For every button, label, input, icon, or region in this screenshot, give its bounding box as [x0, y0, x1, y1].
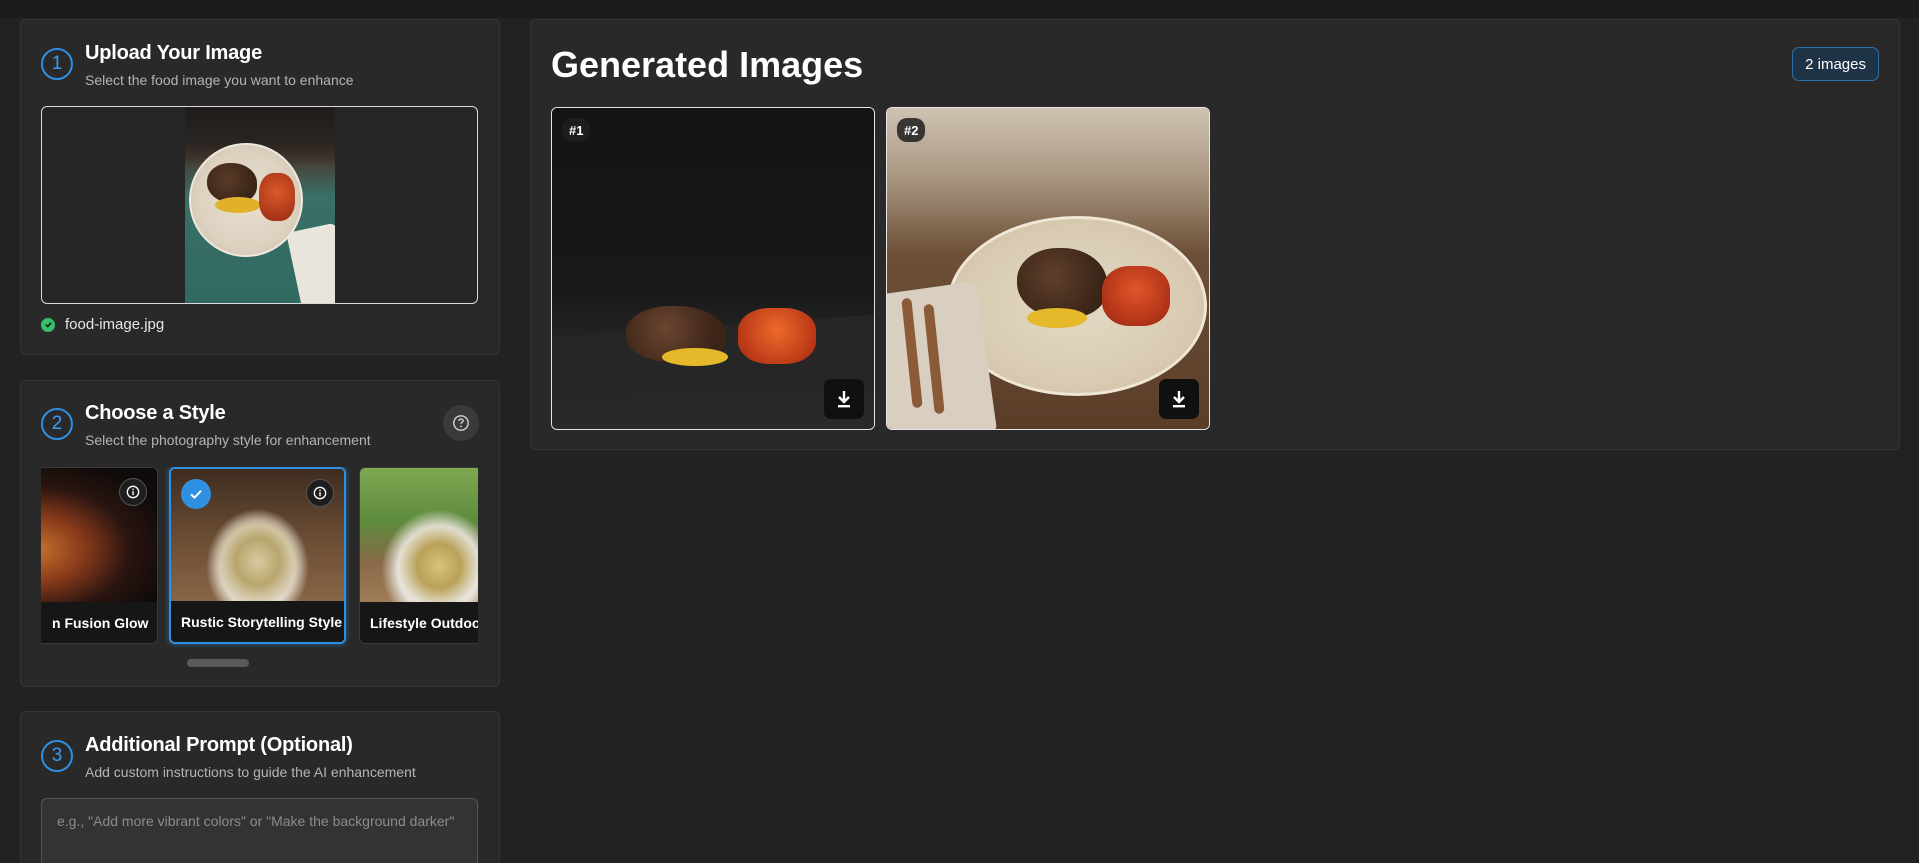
- prompt-title: Additional Prompt (Optional): [85, 734, 353, 756]
- results-panel: Generated Images 2 images #1 #2: [530, 19, 1900, 450]
- file-name: food-image.jpg: [65, 316, 165, 333]
- selected-check-icon: [181, 479, 211, 509]
- carousel-scrollbar[interactable]: [187, 659, 249, 667]
- download-icon[interactable]: [824, 379, 864, 419]
- uploaded-image-preview: [185, 107, 335, 303]
- question-circle-icon[interactable]: [443, 405, 479, 441]
- info-icon[interactable]: [306, 479, 334, 507]
- style-subtitle: Select the photography style for enhance…: [85, 432, 371, 448]
- style-option-label: Lifestyle Outdoo: [360, 602, 478, 643]
- style-option-fusion-glow[interactable]: n Fusion Glow: [41, 467, 158, 644]
- style-option-label: n Fusion Glow: [41, 602, 157, 643]
- generated-image-2[interactable]: #2: [886, 107, 1210, 430]
- additional-prompt-input[interactable]: [41, 798, 478, 863]
- upload-title: Upload Your Image: [85, 42, 263, 64]
- upload-subtitle: Select the food image you want to enhanc…: [85, 72, 354, 88]
- generated-image-1[interactable]: #1: [551, 107, 875, 430]
- download-icon[interactable]: [1159, 379, 1199, 419]
- style-carousel[interactable]: n Fusion Glow Rustic Storytelling Style …: [41, 467, 478, 652]
- step-3-badge: 3: [41, 740, 73, 772]
- step-1-badge: 1: [41, 48, 73, 80]
- style-option-rustic-storytelling[interactable]: Rustic Storytelling Style: [169, 467, 346, 644]
- image-number-badge: #1: [562, 118, 591, 142]
- style-option-lifestyle-outdoor[interactable]: Lifestyle Outdoo: [359, 467, 478, 644]
- style-option-label: Rustic Storytelling Style: [171, 601, 344, 642]
- step-2-badge: 2: [41, 408, 73, 440]
- results-title: Generated Images: [551, 44, 864, 85]
- file-status: food-image.jpg: [41, 316, 164, 333]
- check-circle-icon: [41, 317, 55, 332]
- upload-card: 1 Upload Your Image Select the food imag…: [20, 19, 500, 355]
- top-strip: [0, 0, 1919, 18]
- image-number-badge: #2: [897, 118, 926, 142]
- prompt-card: 3 Additional Prompt (Optional) Add custo…: [20, 711, 500, 863]
- image-count-badge: 2 images: [1792, 47, 1879, 81]
- style-title: Choose a Style: [85, 402, 226, 424]
- prompt-subtitle: Add custom instructions to guide the AI …: [85, 764, 416, 780]
- info-icon[interactable]: [119, 478, 147, 506]
- style-card: 2 Choose a Style Select the photography …: [20, 380, 500, 687]
- image-dropzone[interactable]: [41, 106, 478, 304]
